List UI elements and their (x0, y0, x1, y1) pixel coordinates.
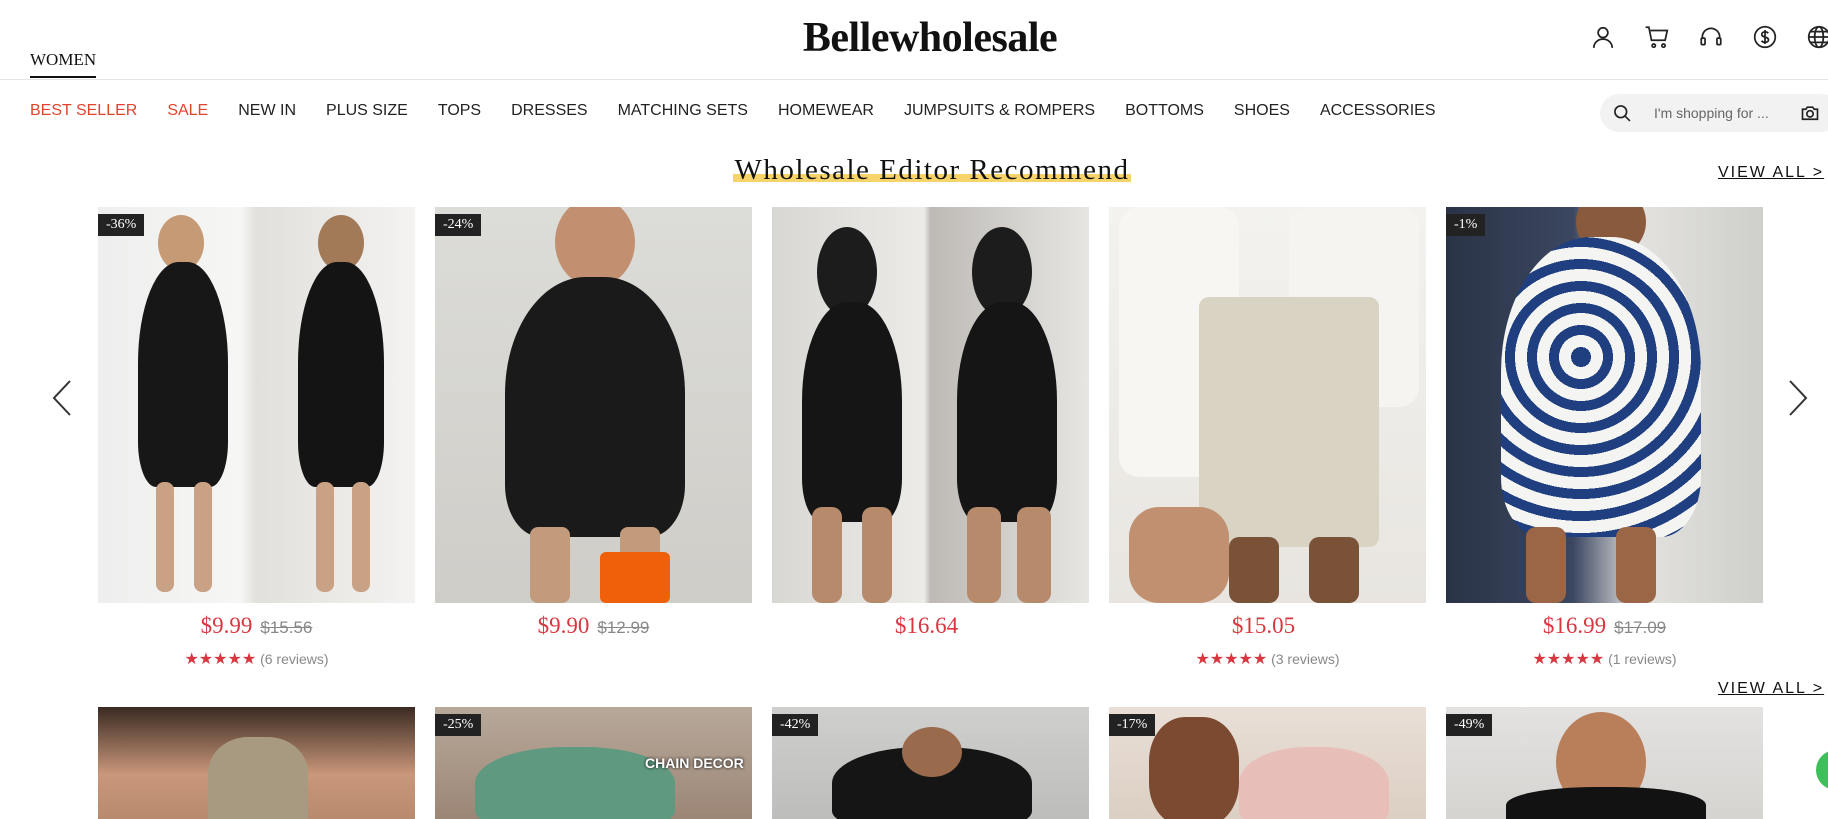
product-card[interactable]: $15.05 ★★★★★ (3 reviews) (1109, 207, 1426, 668)
header-icon-group (1590, 24, 1828, 50)
chevron-right-icon (1789, 380, 1808, 416)
product-price: $16.64 (894, 613, 959, 638)
review-count[interactable]: (3 reviews) (1271, 651, 1339, 667)
product-card[interactable]: -1% $16.99 $17.09 ★★★★★ (1 reviews) (1446, 207, 1763, 668)
discount-badge: -24% (435, 214, 482, 236)
product-image[interactable]: -24% (435, 207, 752, 603)
carousel-next-button[interactable] (1786, 378, 1810, 418)
section-title-text: Wholesale Editor Recommend (732, 154, 1132, 186)
discount-badge: -36% (98, 214, 145, 236)
nav-item-matching-sets[interactable]: MATCHING SETS (618, 102, 748, 120)
product-row-2: -25% CHAIN DECOR -42% -17% -49% (98, 707, 1763, 819)
nav-item-plus-size[interactable]: PLUS SIZE (326, 102, 408, 120)
product-price: $16.99 (1542, 613, 1607, 638)
cart-icon[interactable] (1644, 24, 1670, 50)
product-card[interactable]: -24% $9.90 $12.99 (435, 207, 752, 667)
search-icon[interactable] (1612, 103, 1632, 123)
account-icon[interactable] (1590, 24, 1616, 50)
product-card[interactable] (98, 707, 415, 819)
nav-item-homewear[interactable]: HOMEWEAR (778, 102, 874, 120)
search-input[interactable] (1654, 105, 1789, 121)
product-card[interactable]: -36% $9.99 $15.56 ★★★★★ (6 reviews) (98, 207, 415, 668)
camera-icon[interactable] (1800, 103, 1820, 123)
star-rating-icons: ★★★★★ (184, 651, 257, 668)
discount-badge: -1% (1446, 214, 1486, 236)
product-price: $9.99 (200, 613, 253, 638)
live-chat-button[interactable] (1816, 750, 1828, 790)
nav-item-sale[interactable]: SALE (167, 102, 208, 120)
product-image[interactable]: -36% (98, 207, 415, 603)
product-card[interactable]: -42% (772, 707, 1089, 819)
product-overlay-text: CHAIN DECOR (645, 755, 744, 771)
product-rating: ★★★★★ (6 reviews) (98, 649, 415, 668)
product-rating (435, 649, 752, 667)
product-original-price: $12.99 (597, 618, 650, 637)
product-image[interactable]: -1% (1446, 207, 1763, 603)
nav-item-bottoms[interactable]: BOTTOMS (1125, 102, 1204, 120)
nav-item-shoes[interactable]: SHOES (1234, 102, 1290, 120)
nav-item-new-in[interactable]: NEW IN (238, 102, 296, 120)
carousel-prev-button[interactable] (50, 378, 74, 418)
discount-badge: -17% (1109, 714, 1156, 736)
language-icon[interactable] (1806, 24, 1828, 50)
product-rating: ★★★★★ (3 reviews) (1109, 649, 1426, 668)
product-image[interactable]: -42% (772, 707, 1089, 819)
nav-item-accessories[interactable]: ACCESSORIES (1320, 102, 1436, 120)
product-price: $9.90 (537, 613, 590, 638)
product-original-price: $17.09 (1614, 618, 1667, 637)
review-count[interactable]: (1 reviews) (1608, 651, 1676, 667)
nav-item-tops[interactable]: TOPS (438, 102, 481, 120)
discount-badge: -42% (772, 714, 819, 736)
product-image[interactable]: -49% (1446, 707, 1763, 819)
product-original-price: $15.56 (260, 618, 313, 637)
search-bar[interactable] (1600, 94, 1828, 132)
product-rating: ★★★★★ (1 reviews) (1446, 649, 1763, 668)
star-rating-icons: ★★★★★ (1532, 651, 1605, 668)
product-image[interactable]: -17% (1109, 707, 1426, 819)
site-logo[interactable]: Bellewholesale (0, 14, 1828, 62)
section-title: Wholesale Editor Recommend (0, 154, 1828, 187)
product-card[interactable]: -49% (1446, 707, 1763, 819)
review-count[interactable]: (6 reviews) (260, 651, 328, 667)
discount-badge: -49% (1446, 714, 1493, 736)
nav-item-dresses[interactable]: DRESSES (511, 102, 587, 120)
product-image[interactable]: -25% CHAIN DECOR (435, 707, 752, 819)
star-rating-icons: ★★★★★ (1195, 651, 1268, 668)
nav-item-best-seller[interactable]: BEST SELLER (30, 102, 137, 120)
product-image[interactable] (1109, 207, 1426, 603)
product-carousel: -36% $9.99 $15.56 ★★★★★ (6 reviews) -24% … (98, 207, 1763, 668)
chevron-left-icon (52, 380, 71, 416)
support-icon[interactable] (1698, 24, 1724, 50)
top-header: WOMEN Bellewholesale (0, 0, 1828, 80)
view-all-link[interactable]: VIEW ALL > (1718, 164, 1824, 182)
category-nav: BEST SELLER SALE NEW IN PLUS SIZE TOPS D… (30, 102, 1436, 120)
product-rating (772, 649, 1089, 667)
product-card[interactable]: -25% CHAIN DECOR (435, 707, 752, 819)
view-all-link-2[interactable]: VIEW ALL > (1718, 680, 1824, 698)
product-card[interactable]: -17% (1109, 707, 1426, 819)
product-card[interactable]: $16.64 (772, 207, 1089, 667)
product-image[interactable] (98, 707, 415, 819)
currency-icon[interactable] (1752, 24, 1778, 50)
product-image[interactable] (772, 207, 1089, 603)
product-price: $15.05 (1231, 613, 1296, 638)
nav-item-jumpsuits-rompers[interactable]: JUMPSUITS & ROMPERS (904, 102, 1095, 120)
discount-badge: -25% (435, 714, 482, 736)
